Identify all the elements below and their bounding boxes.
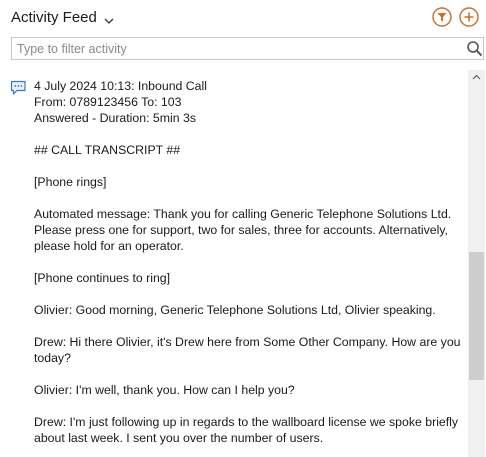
transcript-paragraph: Olivier: I'm well, thank you. How can I … bbox=[34, 383, 295, 397]
filter-activity-input[interactable] bbox=[17, 40, 447, 57]
add-circle-icon bbox=[459, 7, 479, 27]
scroll-up-arrow-icon[interactable] bbox=[468, 70, 485, 84]
panel-title: Activity Feed bbox=[11, 9, 97, 26]
entry-from-to: From: 0789123456 To: 103 bbox=[34, 95, 182, 109]
scrollbar-thumb[interactable] bbox=[469, 252, 484, 380]
entry-call-status: Answered - Duration: 5min 3s bbox=[34, 111, 196, 125]
transcript-heading: ## CALL TRANSCRIPT ## bbox=[34, 143, 181, 157]
activity-feed-header: Activity Feed bbox=[0, 0, 486, 36]
transcript-paragraph: Drew: Hi there Olivier, it's Drew here f… bbox=[34, 335, 461, 365]
add-button[interactable] bbox=[459, 7, 479, 27]
filter-icon bbox=[432, 7, 452, 27]
transcript-paragraph: [Phone continues to ring] bbox=[34, 271, 171, 285]
entry-datetime-type: 4 July 2024 10:13: Inbound Call bbox=[34, 79, 207, 93]
search-icon[interactable] bbox=[466, 40, 483, 57]
transcript-paragraph: Olivier: Good morning, Generic Telephone… bbox=[34, 303, 436, 317]
activity-entry: 4 July 2024 10:13: Inbound Call From: 07… bbox=[34, 78, 464, 446]
transcript-paragraph: Automated message: Thank you for calling… bbox=[34, 207, 452, 253]
transcript-paragraph: Drew: I'm just following up in regards t… bbox=[34, 415, 459, 445]
filter-field bbox=[11, 37, 484, 60]
vertical-scrollbar[interactable] bbox=[468, 70, 485, 457]
activity-feed-title-dropdown[interactable]: Activity Feed bbox=[11, 8, 114, 28]
chat-bubble-icon bbox=[10, 80, 27, 96]
chevron-down-icon bbox=[104, 13, 114, 24]
transcript-paragraph: [Phone rings] bbox=[34, 175, 107, 189]
filter-button[interactable] bbox=[432, 7, 452, 27]
